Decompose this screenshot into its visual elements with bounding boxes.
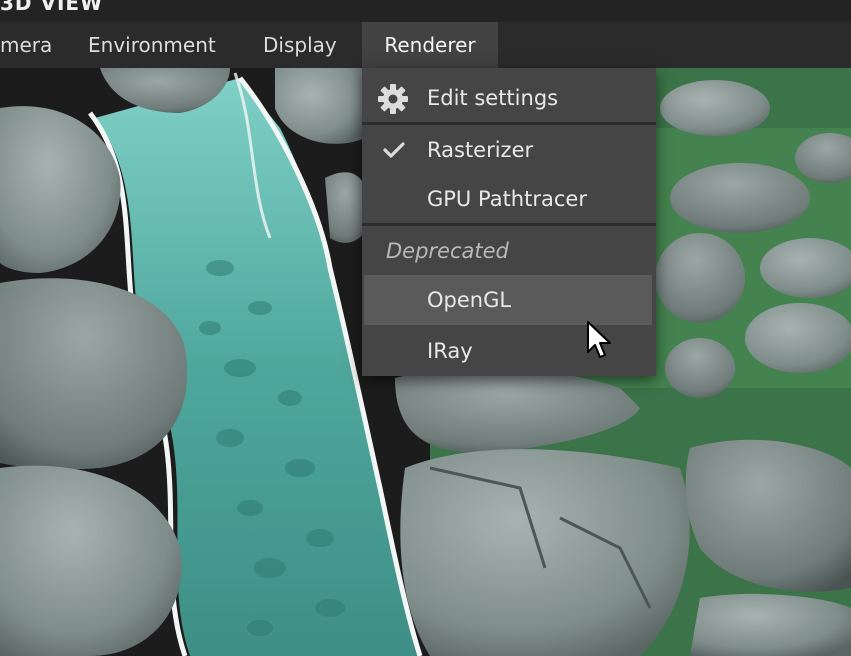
menu-camera[interactable]: mera <box>0 22 52 68</box>
gpu-pathtracer-item[interactable]: GPU Pathtracer <box>362 174 656 224</box>
opengl-item[interactable]: OpenGL <box>364 275 652 325</box>
opengl-label: OpenGL <box>427 288 512 312</box>
edit-settings-item[interactable]: Edit settings <box>362 73 656 123</box>
rasterizer-label: Rasterizer <box>427 138 534 162</box>
menu-renderer[interactable]: Renderer <box>362 22 498 68</box>
deprecated-section-label: Deprecated <box>386 239 509 263</box>
window-title: 3D VIEW <box>0 0 104 15</box>
menu-bar: mera Environment Display Renderer <box>0 22 851 68</box>
mouse-cursor-icon <box>587 321 611 358</box>
deprecated-section: Deprecated <box>362 226 656 276</box>
edit-settings-label: Edit settings <box>427 86 559 110</box>
checkmark-icon <box>383 142 405 158</box>
rasterizer-item[interactable]: Rasterizer <box>362 125 656 175</box>
title-bar: 3D VIEW <box>0 0 851 22</box>
menu-display[interactable]: Display <box>263 22 337 68</box>
menu-environment[interactable]: Environment <box>88 22 216 68</box>
iray-label: IRay <box>427 339 473 363</box>
gpu-pathtracer-label: GPU Pathtracer <box>427 187 587 211</box>
gear-icon <box>378 84 408 114</box>
